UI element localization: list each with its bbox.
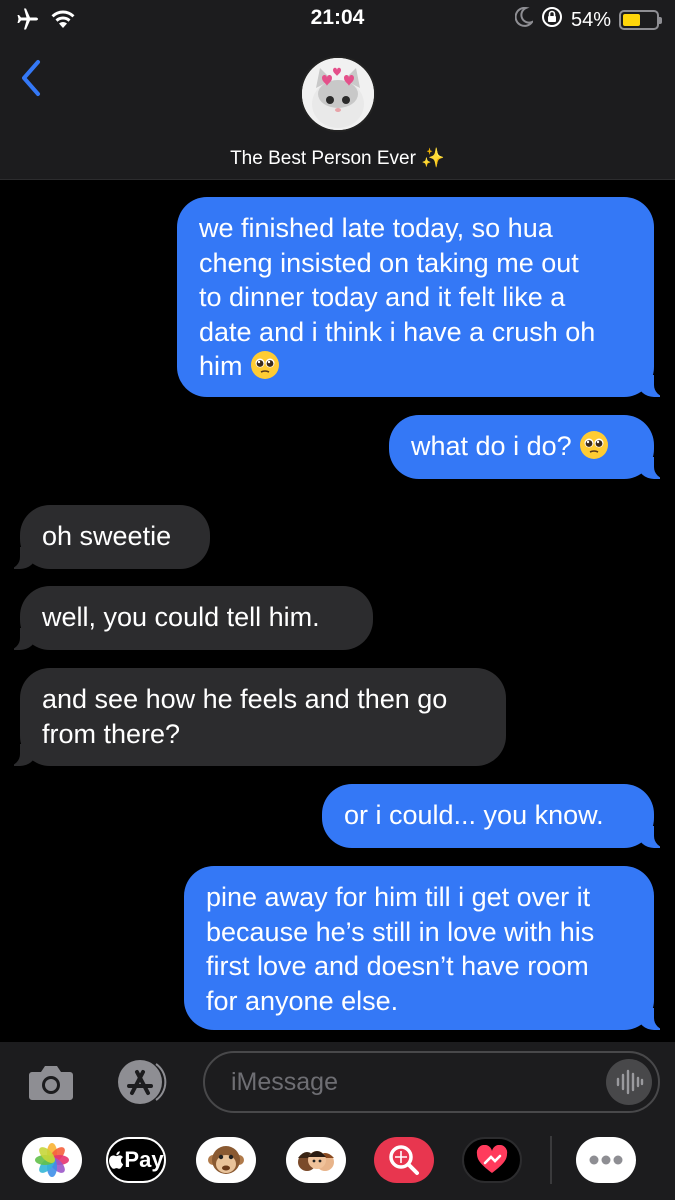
- message-placeholder: iMessage: [231, 1068, 338, 1096]
- apple-pay-app-icon[interactable]: Pay: [106, 1137, 166, 1183]
- status-right: 54%: [514, 6, 662, 34]
- message-bubble-outgoing[interactable]: pine away for him till i get over it bec…: [184, 866, 666, 1030]
- photos-app-icon[interactable]: [22, 1137, 82, 1183]
- message-line: we finished late today, so hua: [199, 213, 553, 243]
- contact-name[interactable]: The Best Person Ever ✨: [0, 146, 675, 170]
- app-store-icon: [118, 1060, 167, 1104]
- conversation-header: The Best Person Ever ✨: [0, 36, 675, 180]
- apple-pay-label: Pay: [124, 1147, 164, 1172]
- chevron-left-icon: [22, 60, 40, 96]
- orientation-lock-icon: [541, 6, 563, 34]
- message-bubble-incoming[interactable]: and see how he feels and then go from th…: [8, 668, 506, 766]
- message-line: or i could... you know.: [344, 800, 604, 830]
- contact-avatar[interactable]: [300, 56, 376, 132]
- message-line: oh sweetie: [42, 521, 172, 551]
- message-line: from there?: [42, 718, 181, 749]
- waveform-icon: [616, 1069, 644, 1095]
- message-line: pine away for him till i get over it: [206, 882, 591, 912]
- app-drawer: Pay: [0, 1122, 675, 1200]
- animoji-app-icon[interactable]: [196, 1137, 256, 1183]
- message-line: for anyone else.: [206, 985, 399, 1016]
- message-line: to dinner today and it felt like a: [199, 282, 566, 312]
- moon-icon: [514, 6, 535, 33]
- compose-bar: iMessage: [0, 1042, 675, 1122]
- audio-message-button[interactable]: [606, 1059, 652, 1105]
- drawer-divider: [550, 1136, 552, 1184]
- message-bubble-outgoing[interactable]: we finished late today, so hua cheng ins…: [177, 197, 666, 397]
- message-bubble-outgoing[interactable]: or i could... you know.: [322, 784, 666, 848]
- apple-logo-icon: [109, 1151, 124, 1169]
- message-input[interactable]: iMessage: [203, 1051, 660, 1113]
- message-line: because he’s still in love with his: [206, 916, 595, 947]
- message-line: cheng insisted on taking me out: [199, 247, 579, 278]
- camera-icon: [29, 1066, 73, 1100]
- battery-icon: [619, 10, 662, 30]
- pleading-face-emoji: [580, 431, 609, 459]
- message-bubble-incoming[interactable]: well, you could tell him.: [8, 586, 373, 650]
- message-thread[interactable]: we finished late today, so hua cheng ins…: [0, 180, 675, 1042]
- message-line-text: what do i do?: [411, 431, 572, 461]
- message-line: and see how he feels and then go: [42, 684, 448, 714]
- camera-button[interactable]: [28, 1062, 74, 1102]
- contact-name-label: The Best Person Ever: [230, 148, 416, 169]
- pleading-face-emoji: [251, 351, 280, 379]
- memoji-app-icon[interactable]: [286, 1137, 346, 1183]
- battery-level: [623, 14, 641, 26]
- digital-touch-app-icon[interactable]: [462, 1137, 522, 1183]
- message-bubble-outgoing[interactable]: what do i do?: [389, 415, 666, 479]
- message-line: him: [199, 349, 632, 384]
- sparkles-emoji: ✨: [421, 148, 445, 169]
- message-line-text: him: [199, 351, 243, 381]
- message-line: date and i think i have a crush oh: [199, 316, 596, 347]
- message-bubble-incoming[interactable]: oh sweetie: [8, 505, 210, 569]
- app-store-button[interactable]: [112, 1058, 172, 1106]
- message-line: first love and doesn’t have room: [206, 951, 589, 981]
- status-bar: 21:04 54%: [0, 0, 675, 36]
- back-button[interactable]: [18, 58, 58, 102]
- battery-percent: 54%: [570, 8, 611, 31]
- image-search-app-icon[interactable]: [374, 1137, 434, 1183]
- cat-avatar-icon: [302, 58, 374, 130]
- message-line: what do i do?: [411, 429, 632, 464]
- message-line: well, you could tell him.: [42, 602, 320, 632]
- more-apps-icon[interactable]: [576, 1137, 636, 1183]
